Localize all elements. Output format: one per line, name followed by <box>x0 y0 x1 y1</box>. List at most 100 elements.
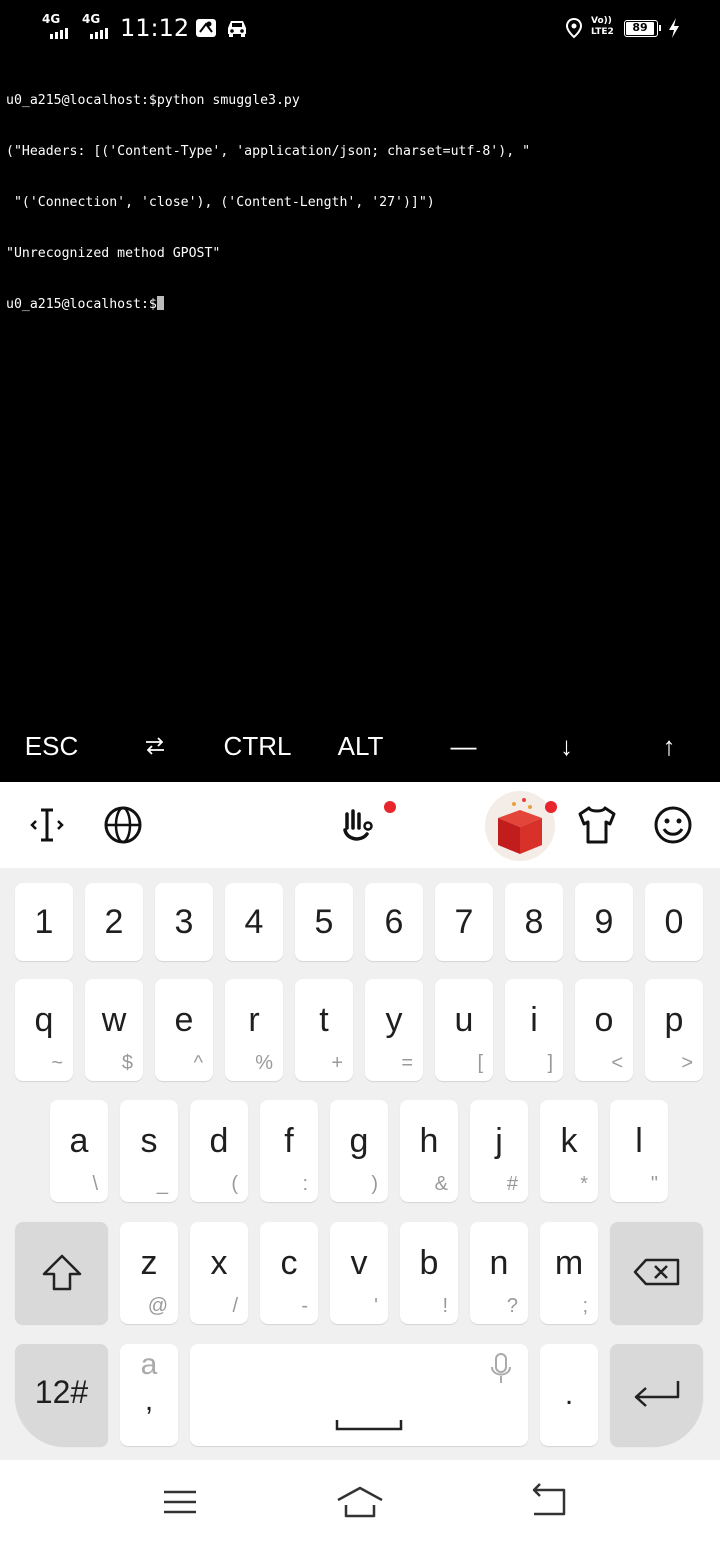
up-arrow-key[interactable]: ↑ <box>618 712 720 780</box>
symbols-key[interactable]: 12# <box>15 1344 108 1446</box>
key-label: d <box>209 1122 229 1160</box>
key-u[interactable]: u[ <box>435 979 493 1081</box>
key-y[interactable]: y = <box>365 979 423 1081</box>
key-label: 0 <box>664 903 684 941</box>
dash-key[interactable]: — <box>412 712 515 780</box>
key-alt-label: ; <box>582 1295 588 1317</box>
network-signal-2: 4G <box>82 0 118 56</box>
key-alt-label: % <box>255 1052 273 1074</box>
key-t[interactable]: t + <box>295 979 353 1081</box>
key-label: v <box>350 1244 368 1282</box>
key-alt-label: ~ <box>51 1052 63 1074</box>
backspace-key[interactable] <box>610 1222 703 1324</box>
comma-key[interactable]: a , <box>120 1344 178 1446</box>
status-bar: 4G 4G 11:12 Vo)) LTE2 89 <box>0 0 720 56</box>
terminal-line: ("Headers: [('Content-Type', 'applicatio… <box>6 144 531 159</box>
key-i[interactable]: i] <box>505 979 563 1081</box>
key-s[interactable]: s _ <box>120 1100 178 1202</box>
alt-key[interactable]: ALT <box>309 712 412 780</box>
menu-icon[interactable] <box>150 1480 210 1524</box>
key-2[interactable]: 2 <box>85 883 143 961</box>
key-k[interactable]: k * <box>540 1100 598 1202</box>
key-z[interactable]: z @ <box>120 1222 178 1324</box>
key-alt-label: = <box>401 1052 413 1074</box>
key-q[interactable]: q ~ <box>15 979 73 1081</box>
key-alt-label: & <box>434 1173 448 1195</box>
key-label: m <box>554 1244 584 1282</box>
key-x[interactable]: x / <box>190 1222 248 1324</box>
key-label: r <box>248 1001 260 1039</box>
key-label: k <box>560 1122 578 1160</box>
key-label: x <box>210 1244 228 1282</box>
terminal-output[interactable]: u0_a215@localhost:$python smuggle3.py ("… <box>6 58 716 708</box>
key-7[interactable]: 7 <box>435 883 493 961</box>
enter-key[interactable] <box>610 1344 703 1446</box>
key-label: b <box>419 1244 439 1282</box>
key-l[interactable]: l " <box>610 1100 668 1202</box>
key-w[interactable]: w $ <box>85 979 143 1081</box>
key-6[interactable]: 6 <box>365 883 423 961</box>
key-5[interactable]: 5 <box>295 883 353 961</box>
gift-box-icon[interactable] <box>484 790 556 862</box>
key-a[interactable]: a \ <box>50 1100 108 1202</box>
key-v[interactable]: v ' <box>330 1222 388 1324</box>
key-alt-label: ! <box>442 1295 448 1317</box>
gesture-hand-icon[interactable] <box>335 800 385 850</box>
notification-dot <box>384 801 396 813</box>
key-label: l <box>635 1122 643 1160</box>
key-m[interactable]: m; <box>540 1222 598 1324</box>
key-alt-label: ? <box>506 1295 518 1317</box>
globe-icon[interactable] <box>98 800 148 850</box>
key-c[interactable]: c- <box>260 1222 318 1324</box>
key-label: o <box>594 1001 614 1039</box>
esc-key[interactable]: ESC <box>0 712 103 780</box>
key-n[interactable]: n? <box>470 1222 528 1324</box>
key-1[interactable]: 1 <box>15 883 73 961</box>
key-b[interactable]: b! <box>400 1222 458 1324</box>
key-r[interactable]: r% <box>225 979 283 1081</box>
key-p[interactable]: p > <box>645 979 703 1081</box>
key-label: i <box>530 1001 538 1039</box>
key-label: q <box>34 1001 54 1039</box>
key-alt-label: + <box>331 1052 343 1074</box>
key-alt-label: ] <box>547 1052 553 1074</box>
symbols-key-label: 12# <box>34 1374 89 1410</box>
terminal-prompt: u0_a215@localhost:$ <box>6 297 157 312</box>
key-j[interactable]: j # <box>470 1100 528 1202</box>
space-key[interactable] <box>190 1344 528 1446</box>
key-h[interactable]: h & <box>400 1100 458 1202</box>
volte-indicator: Vo)) LTE2 <box>591 16 614 40</box>
status-clock: 11:12 <box>120 14 190 42</box>
extra-keys-bar: ESC CTRL ALT — ↓ ↑ <box>0 712 720 780</box>
tab-key[interactable] <box>103 712 206 780</box>
key-g[interactable]: g) <box>330 1100 388 1202</box>
back-icon[interactable] <box>518 1480 578 1524</box>
key-e[interactable]: e ^ <box>155 979 213 1081</box>
key-alt-label: < <box>611 1052 623 1074</box>
period-key-label: . <box>564 1378 574 1411</box>
key-f[interactable]: f: <box>260 1100 318 1202</box>
tshirt-icon[interactable] <box>572 800 622 850</box>
emoji-icon[interactable] <box>648 800 698 850</box>
key-9[interactable]: 9 <box>575 883 633 961</box>
shift-key[interactable] <box>15 1222 108 1324</box>
key-0[interactable]: 0 <box>645 883 703 961</box>
key-alt-label: [ <box>477 1052 483 1074</box>
text-cursor-icon[interactable] <box>22 800 72 850</box>
ctrl-key[interactable]: CTRL <box>206 712 309 780</box>
key-8[interactable]: 8 <box>505 883 563 961</box>
key-3[interactable]: 3 <box>155 883 213 961</box>
key-label: c <box>280 1244 298 1282</box>
key-o[interactable]: o < <box>575 979 633 1081</box>
home-icon[interactable] <box>330 1480 390 1524</box>
map-icon <box>196 19 216 37</box>
key-alt-label: ' <box>374 1295 378 1317</box>
key-4[interactable]: 4 <box>225 883 283 961</box>
period-key[interactable]: . <box>540 1344 598 1446</box>
key-alt-label: - <box>301 1295 308 1317</box>
key-alt-label: $ <box>121 1052 133 1074</box>
down-arrow-key[interactable]: ↓ <box>515 712 618 780</box>
network-type-label: 4G <box>82 12 101 26</box>
key-d[interactable]: d( <box>190 1100 248 1202</box>
soft-keyboard: 1 2 3 4 5 6 7 8 9 0 q ~ w $ e ^ r% t + y = u[… <box>0 782 720 1460</box>
